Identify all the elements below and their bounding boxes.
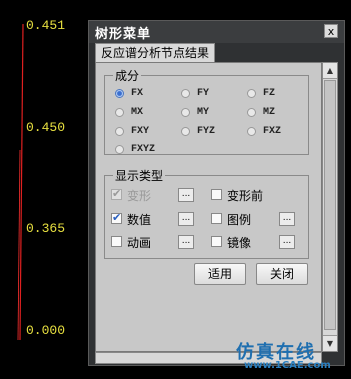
- close-button[interactable]: 关闭: [256, 263, 308, 285]
- tab-content: 成分 FX FY FZ MX MY MZ FXY FYZ FXZ FXYZ 显示…: [95, 62, 322, 352]
- vertical-scrollbar[interactable]: ▲ ▼: [322, 62, 338, 352]
- radio-icon: [181, 127, 190, 136]
- radio-icon: [115, 145, 124, 154]
- tab-spectrum-node-results[interactable]: 反应谱分析节点结果: [95, 43, 216, 63]
- checkbox-icon: [111, 187, 122, 200]
- radio-icon: [247, 127, 256, 136]
- radio-icon: [181, 89, 190, 98]
- checkbox-icon: [211, 236, 222, 247]
- mirror-options-button[interactable]: ...: [279, 235, 295, 249]
- components-group: 成分 FX FY FZ MX MY MZ FXY FYZ FXZ FXYZ: [104, 67, 309, 155]
- radio-icon: [247, 89, 256, 98]
- tree-menu-panel: 树形菜单 x 反应谱分析节点结果 成分 FX FY FZ MX MY MZ FX…: [88, 20, 345, 366]
- radio-icon: [247, 108, 256, 117]
- y-axis-label-3: 0.365: [26, 221, 66, 236]
- y-axis-label-2: 0.450: [26, 120, 66, 135]
- radio-icon: [181, 108, 190, 117]
- panel-titlebar[interactable]: 树形菜单 x: [89, 21, 344, 43]
- radio-icon: [115, 127, 124, 136]
- values-options-button[interactable]: ...: [178, 212, 194, 226]
- display-type-group-title: 显示类型: [113, 167, 166, 184]
- y-axis-label-bottom: 0.000: [26, 323, 66, 338]
- animation-options-button[interactable]: ...: [178, 235, 194, 249]
- checkbox-icon: [211, 189, 222, 200]
- components-group-title: 成分: [113, 67, 142, 84]
- y-axis-label-top: 0.451: [26, 18, 66, 33]
- apply-button[interactable]: 适用: [194, 263, 246, 285]
- watermark: 仿真在线 www.1CAE.com: [236, 338, 348, 371]
- watermark-url: www.1CAE.com: [244, 360, 331, 371]
- checkbox-icon: [111, 211, 122, 224]
- legend-options-button[interactable]: ...: [279, 212, 295, 226]
- checkbox-icon: [111, 236, 122, 247]
- checkbox-icon: [211, 213, 222, 224]
- close-icon[interactable]: x: [324, 24, 338, 38]
- radio-selected-icon: [115, 89, 124, 98]
- deformed-options-button[interactable]: ...: [178, 188, 194, 202]
- radio-icon: [115, 108, 124, 117]
- panel-title: 树形菜单: [95, 27, 152, 42]
- scroll-up-icon[interactable]: ▲: [323, 63, 337, 79]
- display-type-group: 显示类型 变形 ... 变形前 数值 ... 图例 ... 动画 ... 镜像 …: [104, 167, 309, 259]
- scrollbar-thumb[interactable]: [324, 80, 336, 330]
